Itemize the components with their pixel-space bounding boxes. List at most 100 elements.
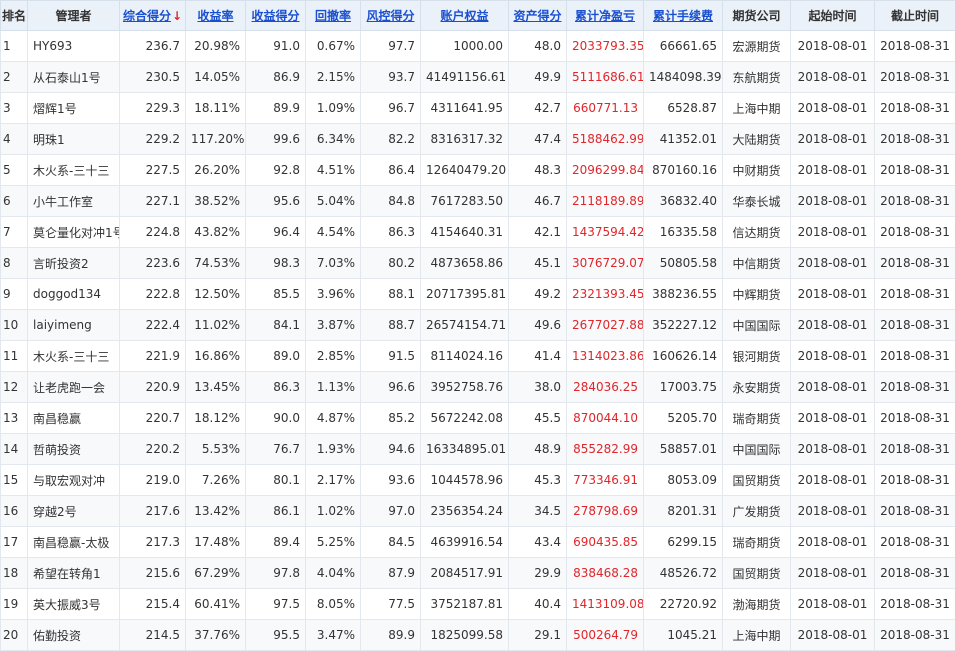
cell-start-date: 2018-08-01: [791, 186, 875, 217]
cell-risk-score: 82.2: [361, 124, 421, 155]
cell-start-date: 2018-08-01: [791, 279, 875, 310]
cell-end-date: 2018-08-31: [875, 124, 955, 155]
cell-fees: 160626.14: [644, 341, 723, 372]
header-total-score[interactable]: 综合得分↓: [120, 1, 186, 31]
sort-desc-icon[interactable]: ↓: [172, 9, 182, 23]
header-manager: 管理者: [28, 1, 120, 31]
table-row[interactable]: 7莫仑量化对冲1号224.843.82%96.44.54%86.34154640…: [1, 217, 955, 248]
cell-account-equity: 1825099.58: [421, 620, 509, 651]
header-drawdown-rate[interactable]: 回撤率: [306, 1, 361, 31]
cell-broker: 东航期货: [723, 62, 791, 93]
cell-drawdown-rate: 4.04%: [306, 558, 361, 589]
sort-link-fees[interactable]: 累计手续费: [653, 9, 713, 23]
cell-drawdown-rate: 4.54%: [306, 217, 361, 248]
cell-risk-score: 80.2: [361, 248, 421, 279]
cell-rank: 6: [1, 186, 28, 217]
cell-end-date: 2018-08-31: [875, 341, 955, 372]
cell-total-score: 230.5: [120, 62, 186, 93]
sort-link-return-rate[interactable]: 收益率: [197, 9, 233, 23]
cell-end-date: 2018-08-31: [875, 403, 955, 434]
sort-link-asset-score[interactable]: 资产得分: [513, 9, 561, 23]
cell-return-rate: 11.02%: [186, 310, 246, 341]
cell-net-pnl: 500264.79: [567, 620, 644, 651]
cell-return-score: 91.0: [246, 31, 306, 62]
table-row[interactable]: 9doggod134222.812.50%85.53.96%88.1207173…: [1, 279, 955, 310]
cell-drawdown-rate: 5.04%: [306, 186, 361, 217]
cell-asset-score: 49.9: [509, 62, 567, 93]
table-row[interactable]: 16穿越2号217.613.42%86.11.02%97.02356354.24…: [1, 496, 955, 527]
table-row[interactable]: 10laiyimeng222.411.02%84.13.87%88.726574…: [1, 310, 955, 341]
cell-drawdown-rate: 4.87%: [306, 403, 361, 434]
cell-drawdown-rate: 0.67%: [306, 31, 361, 62]
table-row[interactable]: 14哲萌投资220.25.53%76.71.93%94.616334895.01…: [1, 434, 955, 465]
sort-link-return-score[interactable]: 收益得分: [251, 9, 299, 23]
table-row[interactable]: 11木火系-三十三221.916.86%89.02.85%91.58114024…: [1, 341, 955, 372]
cell-start-date: 2018-08-01: [791, 124, 875, 155]
cell-broker: 银河期货: [723, 341, 791, 372]
cell-fees: 8201.31: [644, 496, 723, 527]
header-risk-score[interactable]: 风控得分: [361, 1, 421, 31]
cell-fees: 388236.55: [644, 279, 723, 310]
cell-start-date: 2018-08-01: [791, 434, 875, 465]
cell-net-pnl: 690435.85: [567, 527, 644, 558]
table-row[interactable]: 17南昌稳赢-太极217.317.48%89.45.25%84.54639916…: [1, 527, 955, 558]
table-row[interactable]: 18希望在转角1215.667.29%97.84.04%87.92084517.…: [1, 558, 955, 589]
cell-drawdown-rate: 2.15%: [306, 62, 361, 93]
cell-net-pnl: 2033793.35: [567, 31, 644, 62]
cell-account-equity: 4311641.95: [421, 93, 509, 124]
header-return-rate[interactable]: 收益率: [186, 1, 246, 31]
cell-drawdown-rate: 3.47%: [306, 620, 361, 651]
ranking-table: 排名管理者综合得分↓ 收益率 收益得分 回撤率 风控得分 账户权益 资产得分累计净盈亏 累计手…: [0, 0, 955, 651]
table-row[interactable]: 2从石泰山1号230.514.05%86.92.15%93.741491156.…: [1, 62, 955, 93]
cell-net-pnl: 2321393.45: [567, 279, 644, 310]
cell-total-score: 229.3: [120, 93, 186, 124]
table-row[interactable]: 8言昕投资2223.674.53%98.37.03%80.24873658.86…: [1, 248, 955, 279]
cell-risk-score: 85.2: [361, 403, 421, 434]
cell-manager: laiyimeng: [28, 310, 120, 341]
cell-end-date: 2018-08-31: [875, 155, 955, 186]
cell-return-score: 97.5: [246, 589, 306, 620]
cell-manager: 佑勤投资: [28, 620, 120, 651]
sort-link-total-score[interactable]: 综合得分: [123, 9, 171, 23]
table-row[interactable]: 19英大振威3号215.460.41%97.58.05%77.53752187.…: [1, 589, 955, 620]
header-return-score[interactable]: 收益得分: [246, 1, 306, 31]
cell-total-score: 227.5: [120, 155, 186, 186]
table-row[interactable]: 1HY693236.720.98%91.00.67%97.71000.0048.…: [1, 31, 955, 62]
sort-link-net-pnl[interactable]: 累计净盈亏: [575, 9, 635, 23]
cell-account-equity: 4154640.31: [421, 217, 509, 248]
table-row[interactable]: 3熠辉1号229.318.11%89.91.09%96.74311641.954…: [1, 93, 955, 124]
cell-return-score: 86.1: [246, 496, 306, 527]
table-row[interactable]: 4明珠1229.2117.20%99.66.34%82.28316317.324…: [1, 124, 955, 155]
table-row[interactable]: 20佑勤投资214.537.76%95.53.47%89.91825099.58…: [1, 620, 955, 651]
cell-end-date: 2018-08-31: [875, 62, 955, 93]
cell-start-date: 2018-08-01: [791, 62, 875, 93]
cell-rank: 4: [1, 124, 28, 155]
header-asset-score[interactable]: 资产得分: [509, 1, 567, 31]
table-row[interactable]: 5木火系-三十三227.526.20%92.84.51%86.412640479…: [1, 155, 955, 186]
cell-net-pnl: 1413109.08: [567, 589, 644, 620]
cell-manager: 从石泰山1号: [28, 62, 120, 93]
header-account-equity[interactable]: 账户权益: [421, 1, 509, 31]
cell-net-pnl: 855282.99: [567, 434, 644, 465]
cell-rank: 10: [1, 310, 28, 341]
cell-rank: 14: [1, 434, 28, 465]
sort-link-risk-score[interactable]: 风控得分: [366, 9, 414, 23]
cell-return-rate: 38.52%: [186, 186, 246, 217]
cell-return-rate: 20.98%: [186, 31, 246, 62]
header-net-pnl[interactable]: 累计净盈亏: [567, 1, 644, 31]
cell-account-equity: 8316317.32: [421, 124, 509, 155]
table-row[interactable]: 15与取宏观对冲219.07.26%80.12.17%93.61044578.9…: [1, 465, 955, 496]
sort-link-drawdown-rate[interactable]: 回撤率: [315, 9, 351, 23]
cell-return-rate: 5.53%: [186, 434, 246, 465]
sort-link-account-equity[interactable]: 账户权益: [440, 9, 488, 23]
cell-return-score: 76.7: [246, 434, 306, 465]
cell-drawdown-rate: 1.09%: [306, 93, 361, 124]
header-label: 排名: [2, 9, 26, 23]
cell-rank: 19: [1, 589, 28, 620]
table-row[interactable]: 12让老虎跑一会220.913.45%86.31.13%96.63952758.…: [1, 372, 955, 403]
header-fees[interactable]: 累计手续费: [644, 1, 723, 31]
cell-total-score: 221.9: [120, 341, 186, 372]
table-row[interactable]: 13南昌稳赢220.718.12%90.04.87%85.25672242.08…: [1, 403, 955, 434]
cell-total-score: 227.1: [120, 186, 186, 217]
table-row[interactable]: 6小牛工作室227.138.52%95.65.04%84.87617283.50…: [1, 186, 955, 217]
